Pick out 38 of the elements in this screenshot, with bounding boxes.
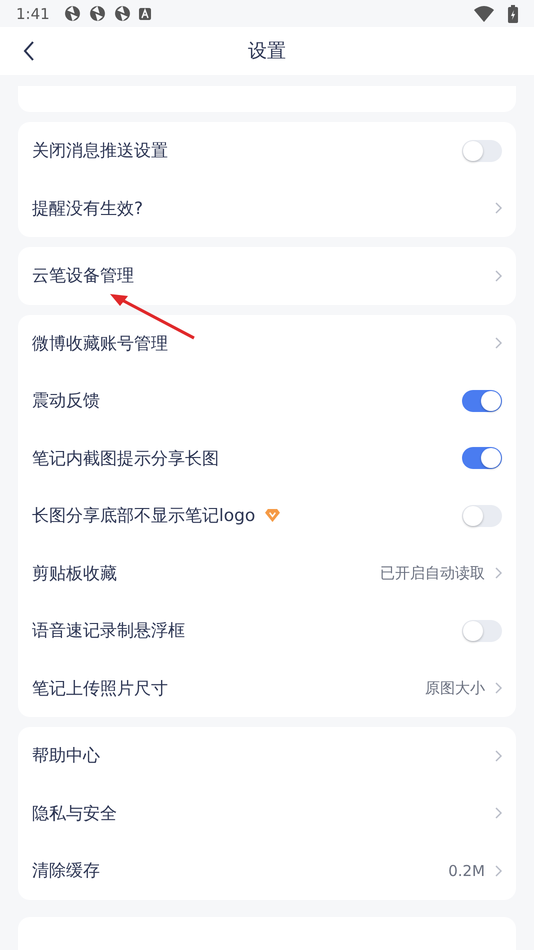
chevron-right-icon[interactable] xyxy=(495,567,502,580)
setting-label[interactable]: 震动反馈 xyxy=(32,389,100,412)
setting-value: 原图大小 xyxy=(425,678,485,698)
toggle-switch[interactable] xyxy=(462,390,502,412)
page-title: 设置 xyxy=(248,39,286,64)
setting-label[interactable]: 剪贴板收藏 xyxy=(32,562,117,585)
setting-label[interactable]: 语音速记录制悬浮框 xyxy=(32,619,185,642)
chevron-right-icon[interactable] xyxy=(495,750,502,762)
setting-label[interactable]: 笔记上传照片尺寸 xyxy=(32,676,168,700)
status-time: 1:41 xyxy=(16,4,50,22)
toggle-switch[interactable] xyxy=(462,140,502,162)
toggle-switch[interactable] xyxy=(462,504,502,527)
wifi-icon xyxy=(474,6,494,22)
back-icon[interactable] xyxy=(23,40,35,62)
battery-icon xyxy=(508,4,518,22)
notification-icon xyxy=(88,5,106,22)
setting-label[interactable]: 微博收藏账号管理 xyxy=(32,332,168,355)
setting-label[interactable]: 清除缓存 xyxy=(32,859,100,882)
toggle-switch[interactable] xyxy=(462,447,502,470)
keyboard-icon xyxy=(138,8,151,20)
notification-icon xyxy=(114,5,131,22)
setting-label[interactable]: 提醒没有生效? xyxy=(32,196,144,220)
chevron-right-icon[interactable] xyxy=(495,202,502,214)
setting-label[interactable]: 长图分享底部不显示笔记logo xyxy=(32,504,256,528)
chevron-right-icon[interactable] xyxy=(495,682,502,694)
chevron-right-icon[interactable] xyxy=(495,807,502,820)
notification-icon xyxy=(64,5,81,22)
setting-value: 0.2M xyxy=(448,862,485,880)
chevron-right-icon[interactable] xyxy=(495,270,502,282)
setting-label[interactable]: 笔记内截图提示分享长图 xyxy=(32,446,219,470)
toggle-switch[interactable] xyxy=(462,620,502,642)
setting-label[interactable]: 关闭消息推送设置 xyxy=(32,139,168,162)
chevron-right-icon[interactable] xyxy=(495,864,502,877)
setting-label[interactable]: 隐私与安全 xyxy=(32,802,117,825)
chevron-right-icon[interactable] xyxy=(495,337,502,350)
setting-value: 已开启自动读取 xyxy=(380,564,485,583)
setting-label[interactable]: 云笔设备管理 xyxy=(32,264,134,288)
setting-label[interactable]: 帮助中心 xyxy=(32,744,100,768)
